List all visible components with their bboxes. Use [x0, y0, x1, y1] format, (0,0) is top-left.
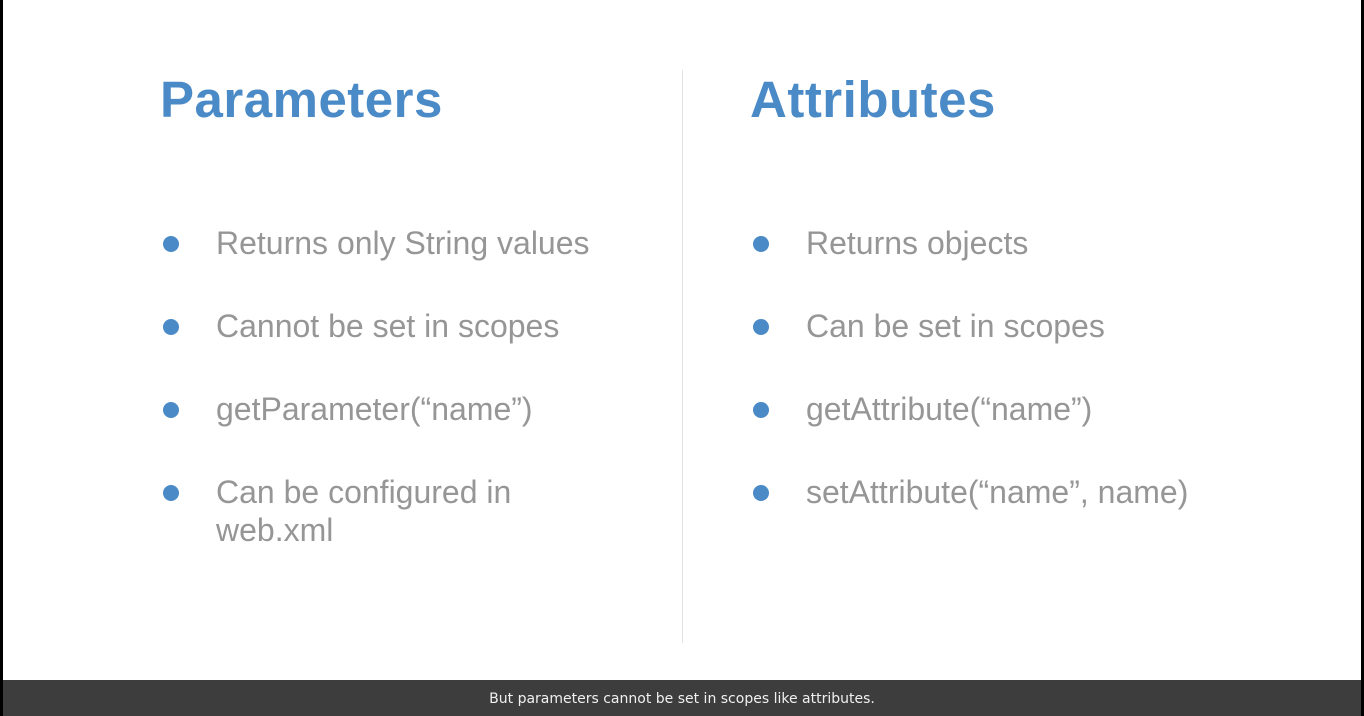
list-item-text: Returns only String values [216, 225, 590, 261]
list-item-text: Can be set in scopes [806, 308, 1105, 344]
bullet-dot-icon [753, 402, 769, 418]
column-divider [682, 70, 683, 643]
slide-frame: Parameters Returns only String values Ca… [3, 0, 1361, 716]
list-item-text: Returns objects [806, 225, 1029, 261]
list-item-text: getParameter(“name”) [216, 391, 533, 427]
bullet-dot-icon [163, 319, 179, 335]
attributes-heading: Attributes [750, 71, 996, 128]
subtitle-bar: But parameters cannot be set in scopes l… [3, 680, 1361, 716]
bullet-dot-icon [753, 236, 769, 252]
bullet-dot-icon [163, 236, 179, 252]
bullet-dot-icon [753, 319, 769, 335]
attributes-column: Attributes Returns objects Can be set in… [750, 70, 1270, 510]
parameters-heading: Parameters [160, 71, 443, 128]
list-item-text: getAttribute(“name”) [806, 391, 1093, 427]
subtitle-text: But parameters cannot be set in scopes l… [489, 691, 875, 707]
parameters-column: Parameters Returns only String values Ca… [160, 70, 630, 548]
list-item-text: setAttribute(“name”, name) [806, 474, 1189, 510]
bullet-dot-icon [753, 485, 769, 501]
bullet-dot-icon [163, 402, 179, 418]
list-item-text: Cannot be set in scopes [216, 308, 560, 344]
list-item-text: Can be configured in web.xml [216, 474, 512, 548]
bullet-dot-icon [163, 485, 179, 501]
